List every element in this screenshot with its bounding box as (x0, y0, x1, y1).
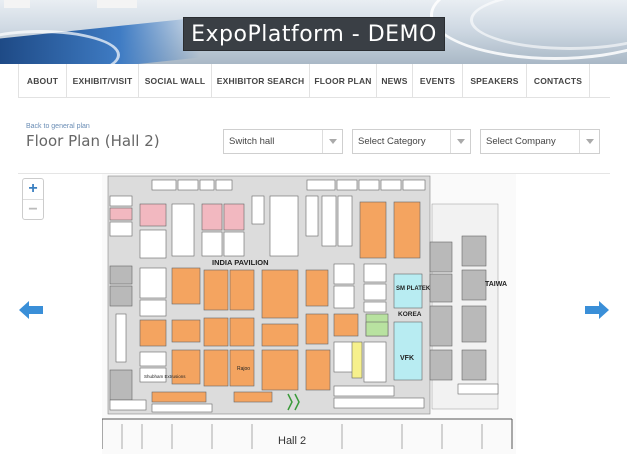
korea-label: KOREA (398, 311, 422, 318)
category-select[interactable]: Select Category (352, 129, 471, 154)
floor-plan-map[interactable]: + − INDIA PAVILION SM PLATEK KOREA VFK S… (18, 173, 610, 460)
chevron-down-icon (579, 130, 599, 153)
partner-logo (4, 0, 30, 8)
nav-speakers[interactable]: SPEAKERS (462, 64, 526, 98)
back-to-general-plan-link[interactable]: Back to general plan (26, 123, 90, 130)
nav-floor-plan[interactable]: FLOOR PLAN (309, 64, 376, 98)
hall-plan-svg[interactable]: INDIA PAVILION SM PLATEK KOREA VFK Shubh… (102, 174, 516, 454)
shubham-label: Shubham Extrusions (144, 374, 186, 379)
nav-social-wall[interactable]: SOCIAL WALL (138, 64, 211, 98)
zoom-control: + − (22, 178, 44, 220)
switch-hall-value: Switch hall (229, 136, 275, 147)
nav-news[interactable]: NEWS (376, 64, 412, 98)
company-select[interactable]: Select Company (480, 129, 600, 154)
hall-label: Hall 2 (278, 435, 306, 447)
brand-title: ExpoPlatform - DEMO (191, 21, 437, 47)
nav-about[interactable]: ABOUT (18, 64, 66, 98)
vfk-label: VFK (400, 355, 414, 362)
nav-exhibitor-search[interactable]: EXHIBITOR SEARCH (211, 64, 309, 98)
page-title: Floor Plan (Hall 2) (26, 132, 160, 150)
category-value: Select Category (358, 136, 426, 147)
india-pavilion-label: INDIA PAVILION (212, 258, 269, 267)
brand-title-box[interactable]: ExpoPlatform - DEMO (183, 17, 445, 51)
main-nav: ABOUT EXHIBIT/VISIT SOCIAL WALL EXHIBITO… (18, 64, 610, 98)
prev-hall-arrow-icon[interactable] (19, 301, 45, 319)
nav-events[interactable]: EVENTS (412, 64, 462, 98)
nav-exhibit-visit[interactable]: EXHIBIT/VISIT (66, 64, 138, 98)
nav-contacts[interactable]: CONTACTS (526, 64, 590, 98)
sm-platek-label: SM PLATEK (396, 286, 431, 292)
rajoo-label: Rajoo (237, 366, 250, 372)
zoom-out-button[interactable]: − (23, 199, 43, 219)
chevron-down-icon (450, 130, 470, 153)
header-banner: ExpoPlatform - DEMO (0, 0, 627, 64)
switch-hall-select[interactable]: Switch hall (223, 129, 343, 154)
next-hall-arrow-icon[interactable] (583, 301, 609, 319)
chevron-down-icon (322, 130, 342, 153)
company-value: Select Company (486, 136, 556, 147)
zoom-in-button[interactable]: + (23, 179, 43, 199)
taiwan-label: TAIWA (485, 281, 507, 288)
partner-logo (97, 0, 137, 8)
